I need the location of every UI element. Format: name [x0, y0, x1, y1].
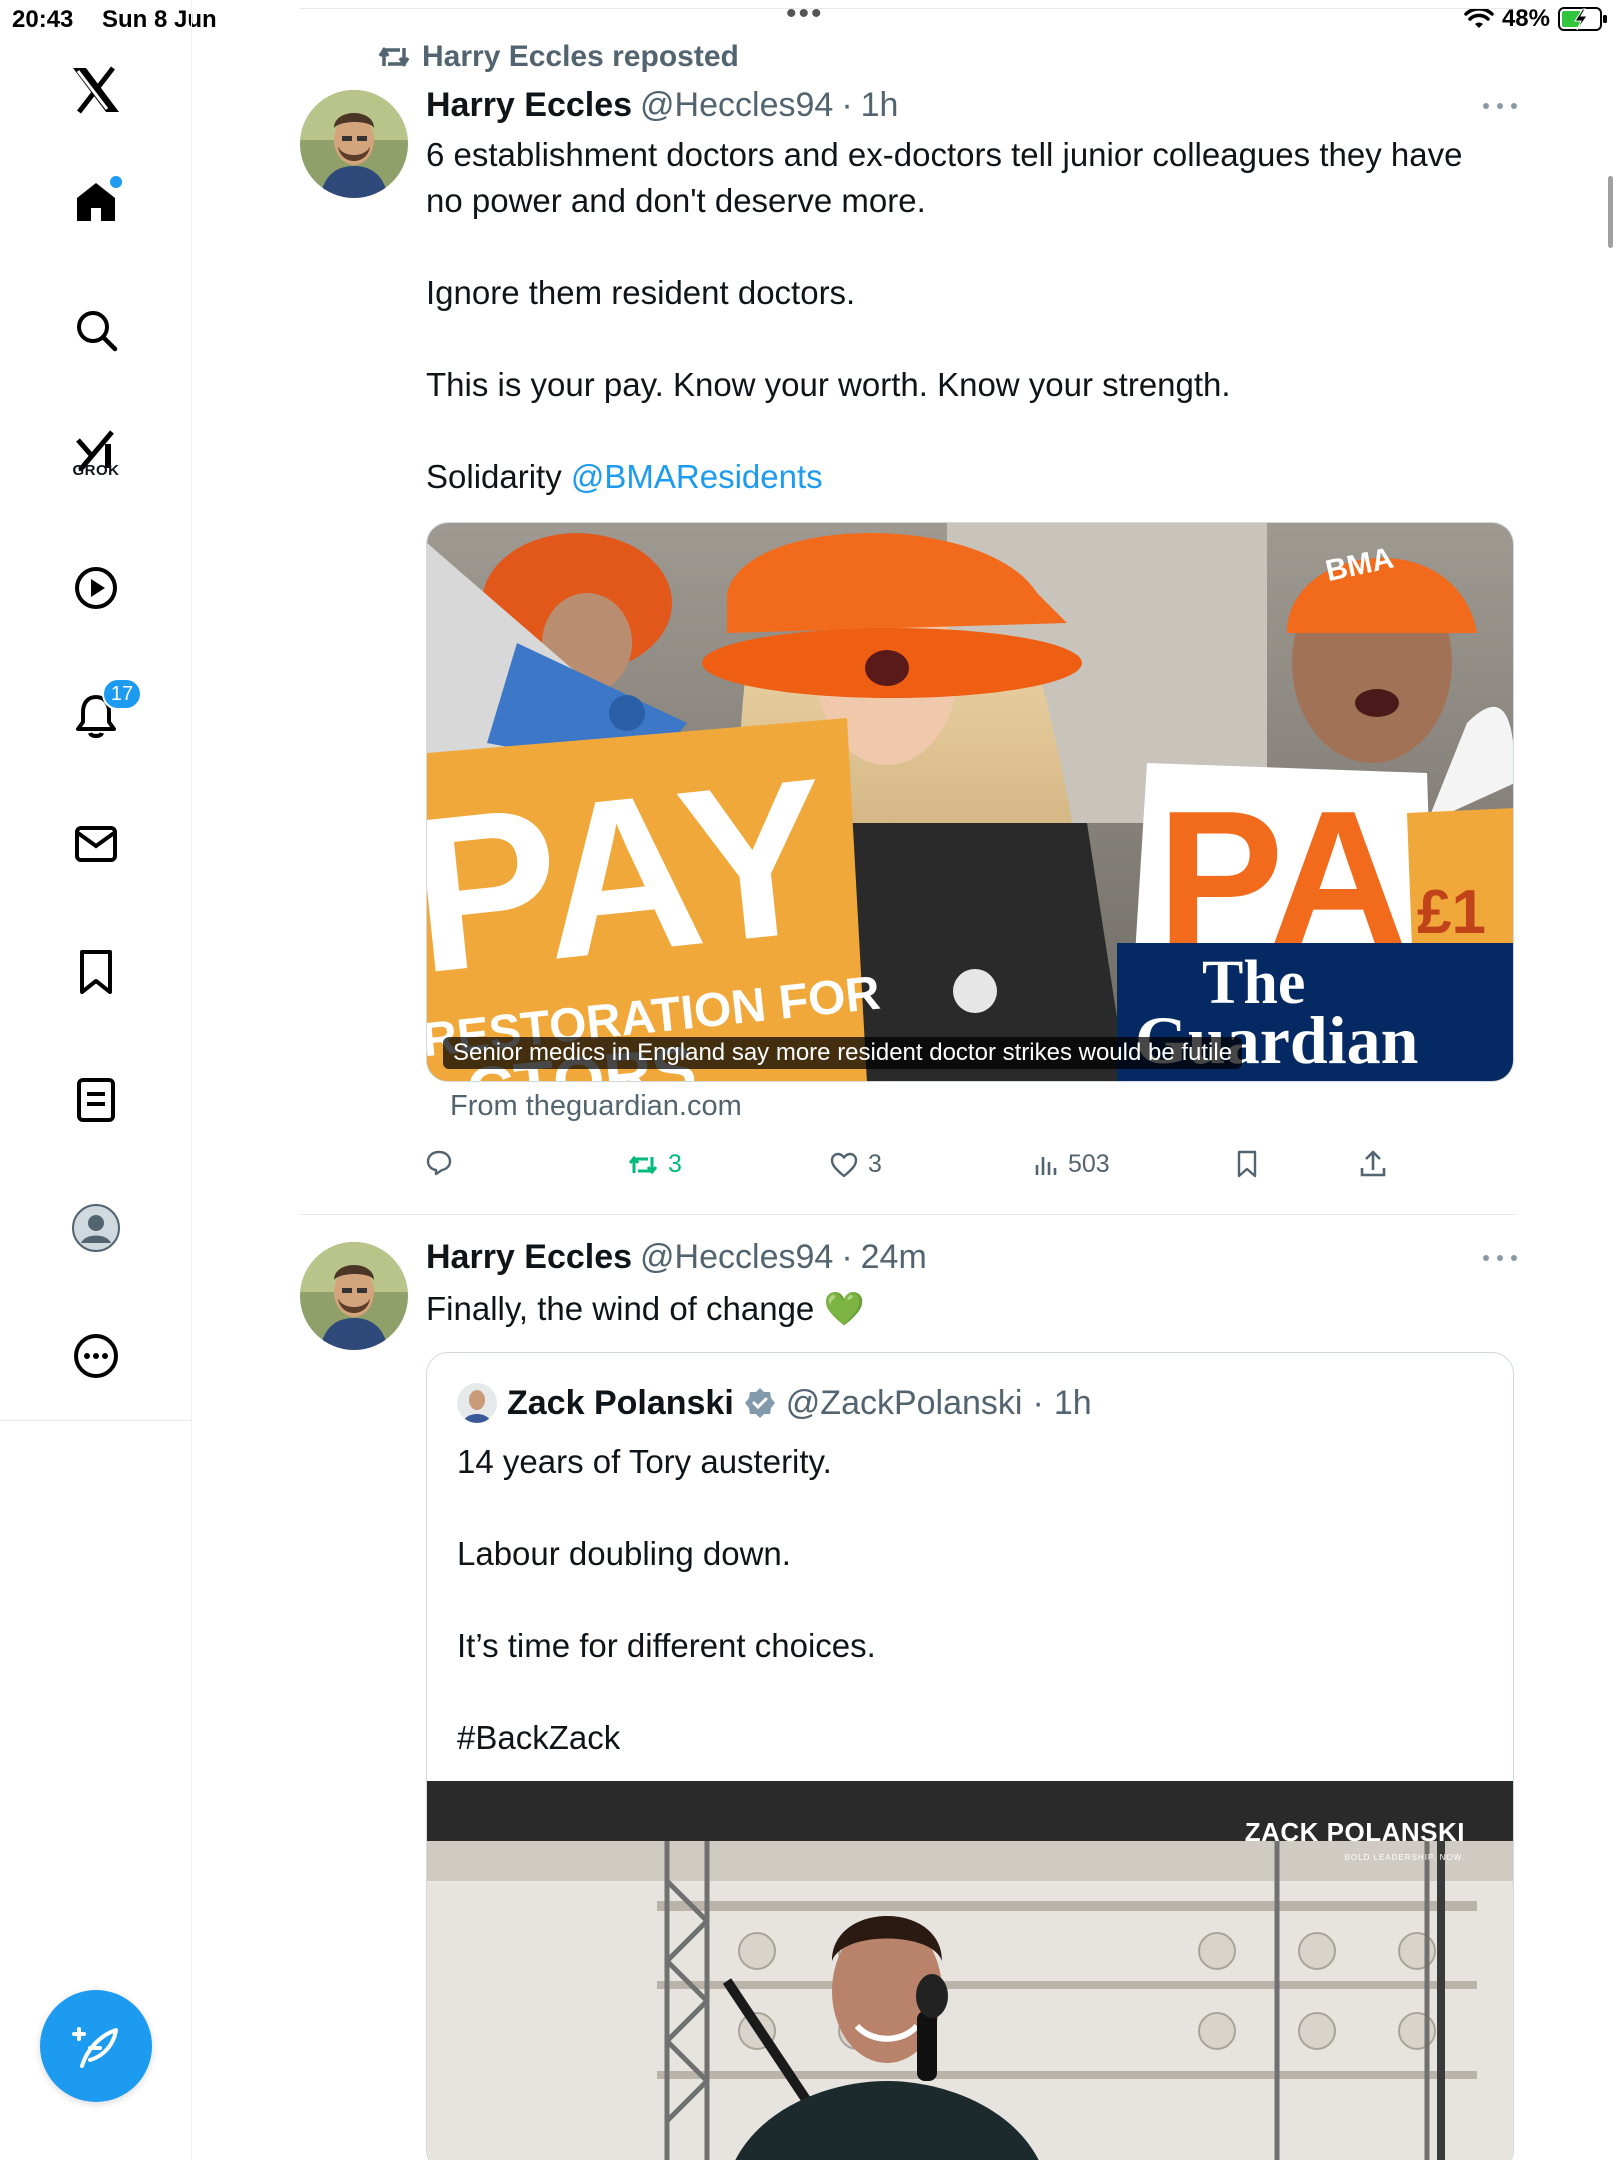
tweet-text-line: no power and don't deserve more.: [426, 182, 926, 219]
watermark-title: ZACK POLANSKI: [1244, 1817, 1465, 1847]
separator-dot: ·: [1032, 1383, 1044, 1422]
sidebar-item-videos[interactable]: [56, 548, 136, 628]
views-button[interactable]: 503: [1034, 1150, 1110, 1179]
sidebar-item-home[interactable]: [56, 162, 136, 242]
wifi-icon: [1464, 8, 1494, 30]
tweet-time[interactable]: 24m: [861, 1238, 927, 1277]
quoted-tweet-time: 1h: [1053, 1383, 1092, 1422]
feed-top-divider: [300, 8, 1515, 9]
retweet-button[interactable]: 3: [628, 1150, 682, 1179]
quoted-tweet-text: 14 years of Tory austerity. Labour doubl…: [457, 1439, 876, 1761]
views-count: 503: [1068, 1150, 1110, 1178]
tweet-header: Harry Eccles @Heccles94 · 24m: [426, 1238, 927, 1277]
tweet-header: Harry Eccles @Heccles94 · 1h: [426, 86, 898, 125]
watermark-subtitle: BOLD LEADERSHIP. NOW.: [1344, 1853, 1465, 1862]
like-button[interactable]: 3: [830, 1150, 882, 1179]
tweet-text-line: This is your pay. Know your worth. Know …: [426, 366, 1231, 403]
solidarity-text: Solidarity: [426, 458, 571, 495]
envelope-icon: [75, 826, 117, 862]
compose-feather-icon: [72, 2027, 118, 2068]
reply-icon: [426, 1150, 452, 1176]
more-circle-icon: [74, 1334, 118, 1378]
play-circle-icon: [75, 567, 117, 609]
bookmark-icon: [1237, 1150, 1257, 1178]
quoted-text-line: It’s time for different choices.: [457, 1627, 876, 1664]
retweet-count: 3: [668, 1150, 682, 1178]
notification-badge: 17: [102, 678, 142, 710]
author-name[interactable]: Harry Eccles: [426, 1238, 632, 1277]
mention-link[interactable]: @BMAResidents: [571, 458, 823, 495]
separator-dot: ·: [841, 1238, 853, 1276]
sign-price-text: £1: [1417, 878, 1486, 947]
tweet-text: Finally, the wind of change 💚: [426, 1290, 865, 1327]
protest-photo: PAY RESTORATION FOR CTORS PA £1 BMA The …: [427, 523, 1513, 1081]
quoted-text-line: #BackZack: [457, 1719, 621, 1756]
bookmark-button[interactable]: [1236, 1150, 1258, 1178]
scrollbar[interactable]: [1608, 176, 1613, 248]
sidebar-item-messages[interactable]: [56, 804, 136, 884]
bookmark-icon: [80, 950, 112, 994]
sidebar-item-profile[interactable]: [56, 1188, 136, 1268]
like-count: 3: [868, 1150, 882, 1178]
views-chart-icon: [1035, 1156, 1057, 1175]
author-avatar[interactable]: [300, 1242, 408, 1350]
search-icon: [77, 311, 118, 352]
retweet-icon: [628, 1155, 658, 1174]
profile-avatar-icon: [72, 1204, 120, 1252]
author-name[interactable]: Harry Eccles: [426, 86, 632, 125]
home-unread-dot: [110, 176, 122, 188]
sidebar-item-lists[interactable]: [56, 1060, 136, 1140]
x-logo-icon[interactable]: [56, 50, 136, 130]
link-card-image[interactable]: PAY RESTORATION FOR CTORS PA £1 BMA The …: [426, 522, 1514, 1082]
tweet-text-line: 6 establishment doctors and ex-doctors t…: [426, 136, 1463, 173]
share-button[interactable]: [1360, 1150, 1386, 1178]
repost-icon: [378, 46, 410, 68]
tweet-divider: [300, 1214, 1515, 1215]
video-watermark: ZACK POLANSKI BOLD LEADERSHIP. NOW.: [1245, 1819, 1465, 1871]
sidebar-item-notifications[interactable]: 17: [56, 676, 142, 756]
sidebar-item-bookmarks[interactable]: [56, 932, 136, 1012]
more-options-icon[interactable]: [1480, 100, 1520, 112]
quoted-video-thumbnail[interactable]: ZACK POLANSKI BOLD LEADERSHIP. NOW.: [427, 1781, 1513, 2160]
sidebar-divider: [0, 1420, 192, 1421]
tweet-text-line: Solidarity @BMAResidents: [426, 454, 1516, 500]
verified-badge-icon: [744, 1388, 775, 1418]
status-bar: 20:43 Sun 8 Jun ••• 48%: [0, 0, 1620, 40]
repost-label: Harry Eccles reposted: [422, 40, 739, 73]
sidebar-item-grok[interactable]: GROK: [56, 410, 136, 490]
separator-dot: ·: [841, 86, 853, 124]
tweet-actions: 3 3 503: [0, 1142, 1620, 1186]
battery-percent: 48%: [1501, 5, 1550, 32]
media-caption: Senior medics in England say more reside…: [443, 1037, 1243, 1069]
quoted-text-line: Labour doubling down.: [457, 1535, 791, 1572]
share-icon: [1360, 1150, 1386, 1177]
repost-indicator: Harry Eccles reposted: [378, 40, 739, 74]
compose-post-button[interactable]: [40, 1990, 152, 2102]
list-document-icon: [77, 1078, 115, 1122]
sidebar-item-more[interactable]: [56, 1316, 136, 1396]
sidebar-item-explore[interactable]: [56, 290, 136, 370]
tweet-time[interactable]: 1h: [861, 86, 899, 125]
author-avatar[interactable]: [300, 90, 408, 198]
heart-icon: [830, 1152, 858, 1177]
link-source[interactable]: From theguardian.com: [450, 1090, 742, 1123]
sidebar-nav: GROK 17: [0, 0, 192, 2160]
quoted-tweet-header: Zack Polanski @ZackPolanski · 1h: [457, 1383, 1092, 1423]
tweet-text-line: Ignore them resident doctors.: [426, 274, 856, 311]
grok-label: GROK: [72, 462, 120, 479]
quoted-author-name[interactable]: Zack Polanski: [507, 1384, 734, 1423]
tweet-text: 6 establishment doctors and ex-doctors t…: [426, 132, 1516, 500]
battery-charging-icon: [1558, 6, 1608, 32]
more-options-icon[interactable]: [1480, 1252, 1520, 1264]
quoted-author-avatar: [457, 1383, 497, 1423]
reply-button[interactable]: [426, 1150, 452, 1176]
author-handle[interactable]: @Heccles94: [640, 1238, 833, 1277]
quoted-text-line: 14 years of Tory austerity.: [457, 1443, 832, 1480]
status-indicators: 48%: [1464, 5, 1608, 33]
multitasking-dots-icon[interactable]: •••: [786, 0, 824, 29]
quoted-tweet[interactable]: Zack Polanski @ZackPolanski · 1h 14 year…: [426, 1352, 1514, 2160]
quoted-author-handle[interactable]: @ZackPolanski: [786, 1384, 1023, 1423]
author-handle[interactable]: @Heccles94: [640, 86, 833, 125]
